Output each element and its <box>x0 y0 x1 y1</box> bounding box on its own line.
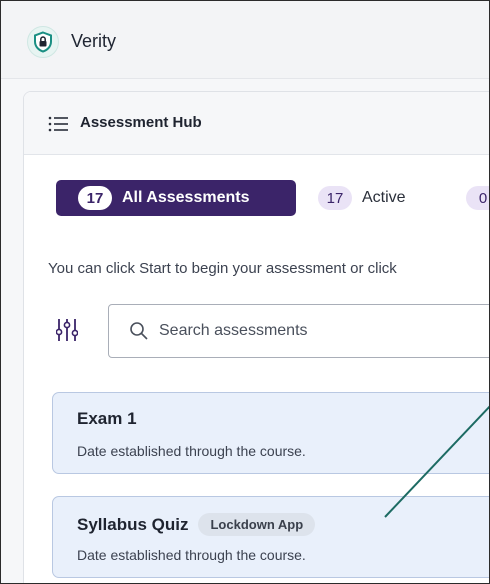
tab-count: 17 <box>78 186 112 210</box>
assessment-title-text: Syllabus Quiz <box>77 514 189 534</box>
search-box <box>108 304 489 358</box>
instruction-text: You can click Start to begin your assess… <box>48 260 397 277</box>
tab-label: All Assessments <box>122 189 250 206</box>
assessment-subtitle: Date established through the course. <box>77 547 306 563</box>
lockdown-app-badge: Lockdown App <box>198 513 316 536</box>
tab-count: 17 <box>318 186 352 210</box>
tab-label: Active <box>362 189 406 206</box>
assessment-subtitle: Date established through the course. <box>77 443 306 459</box>
tab-count: 0 <box>466 186 489 210</box>
list-menu-icon[interactable] <box>48 116 68 137</box>
assessment-item[interactable]: Syllabus Quiz Lockdown App Date establis… <box>52 496 489 578</box>
tab-all-assessments[interactable]: 17 All Assessments <box>56 180 296 216</box>
shield-lock-icon <box>27 26 59 58</box>
tab-active[interactable]: 17 Active <box>312 180 444 216</box>
assessment-hub-card: Assessment Hub 17 All Assessments 17 Act… <box>23 91 489 583</box>
search-icon <box>129 321 149 346</box>
tab-third[interactable]: 0 <box>460 180 489 216</box>
search-input[interactable] <box>159 319 489 343</box>
top-bar: Verity <box>1 1 489 79</box>
assessment-title-text: Exam 1 <box>77 409 137 428</box>
filter-sliders-icon[interactable] <box>55 318 79 347</box>
assessment-title: Exam 1 <box>77 409 137 429</box>
app-window: Verity Assessment Hub 17 All Assessments… <box>0 0 490 584</box>
app-name: Verity <box>71 31 117 51</box>
card-header: Assessment Hub <box>24 92 489 155</box>
card-title: Assessment Hub <box>80 114 202 131</box>
assessment-title: Syllabus Quiz Lockdown App <box>77 513 316 536</box>
assessment-item[interactable]: Exam 1 Date established through the cour… <box>52 392 489 474</box>
